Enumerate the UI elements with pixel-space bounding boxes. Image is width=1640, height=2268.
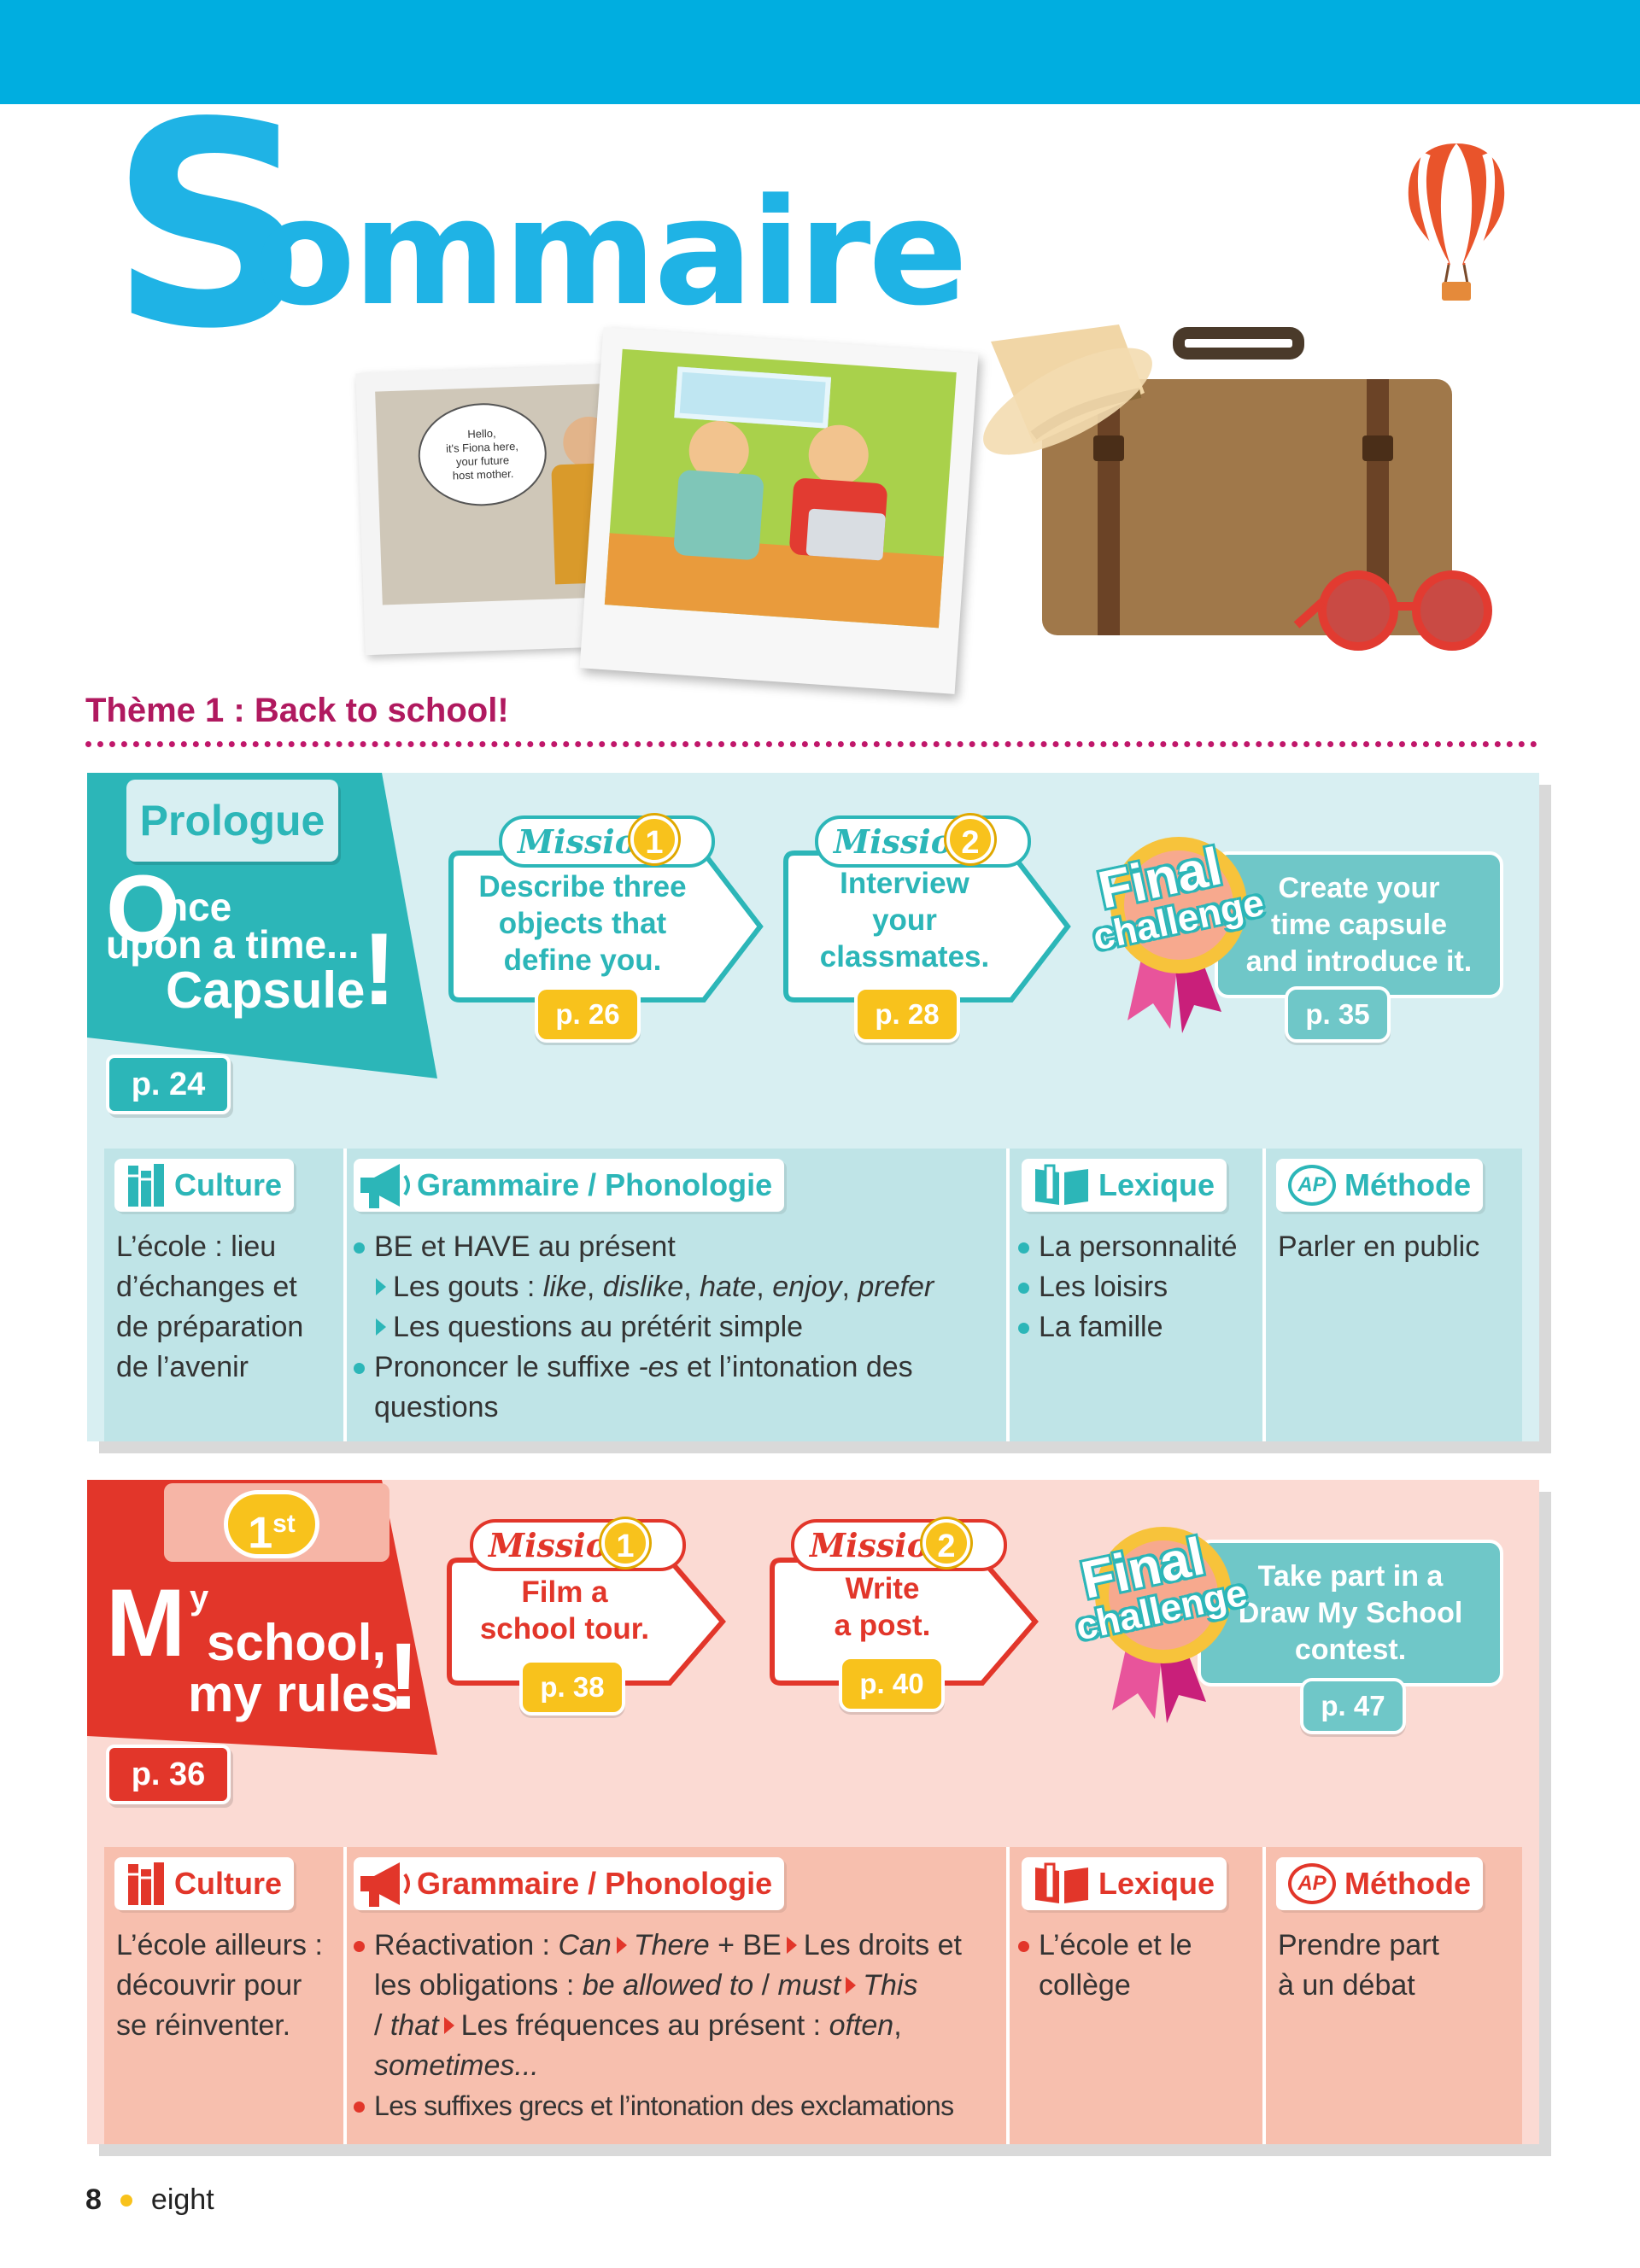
prologue-tag: Prologue <box>126 780 338 862</box>
photo-polaroid-front <box>579 327 979 694</box>
mission-1-number: 1 <box>601 1519 649 1567</box>
mission-2-text: Interview your classmates. <box>819 867 990 973</box>
mission-2-label: Mission <box>815 815 1031 868</box>
unit-page-link[interactable]: p. 36 <box>106 1745 231 1804</box>
dotted-divider <box>85 741 1538 747</box>
mission-1-text: Describe three objects that define you. <box>478 870 687 977</box>
unit-title-mark: ! <box>388 1624 419 1729</box>
unit-title-mark: ! <box>362 912 396 1026</box>
mission-2-text: Write a post. <box>834 1572 931 1642</box>
grammaire-header: Grammaire / Phonologie <box>354 1857 785 1910</box>
lexique-column: Lexique La personnalité Les loisirs La f… <box>1010 1149 1262 1441</box>
unit-number-tag: 1st <box>164 1483 390 1562</box>
unit-prologue: Prologue O nce upon a time... Capsule ! … <box>87 773 1551 1453</box>
culture-text: L’école ailleurs : découvrir pour se réi… <box>116 1929 323 2042</box>
mission-2-label: Mission <box>791 1519 1007 1571</box>
page-number-word: eight <box>150 2183 214 2216</box>
unit-title-line3: Capsule <box>166 962 366 1019</box>
lexique-header: Lexique <box>1022 1159 1227 1212</box>
suitcase-illustration <box>983 324 1492 651</box>
final-challenge-page-link[interactable]: p. 35 <box>1285 986 1391 1043</box>
culture-header: Culture <box>114 1857 294 1910</box>
methode-text: Prendre part à un débat <box>1278 1929 1439 2002</box>
ap-badge-icon: AP <box>1288 1165 1336 1206</box>
open-book-icon <box>1035 1862 1088 1903</box>
books-icon <box>128 1862 164 1905</box>
methode-text: Parler en public <box>1278 1230 1480 1263</box>
culture-header: Culture <box>114 1159 294 1212</box>
grammaire-column: Grammaire / Phonologie Réactivation : Ca… <box>347 1847 1006 2144</box>
hot-air-balloon-illustration <box>1408 143 1505 301</box>
mission-2-page-link[interactable]: p. 28 <box>854 986 960 1043</box>
unit-title-initial: M <box>106 1569 186 1676</box>
grammaire-text: Réactivation : Can There + BE Les droits e… <box>354 1926 1006 2126</box>
page-title-rest: ommaire <box>255 167 968 338</box>
mission-1-text: Film a school tour. <box>479 1575 650 1645</box>
page-number: 8 <box>85 2183 102 2216</box>
mission-1-label: Mission <box>470 1519 686 1571</box>
ap-badge-icon: AP <box>1288 1863 1336 1904</box>
grammaire-header: Grammaire / Phonologie <box>354 1159 785 1212</box>
mission-2-page-link[interactable]: p. 40 <box>839 1656 945 1712</box>
lexique-text: La personnalité Les loisirs La famille <box>1018 1227 1266 1347</box>
final-challenge-page-link[interactable]: p. 47 <box>1300 1678 1406 1734</box>
lexique-column: Lexique L’école et le collège <box>1010 1847 1262 2144</box>
mission-1-label: Mission <box>499 815 715 868</box>
grammaire-text: BE et HAVE au présent Les gouts : like, … <box>354 1227 1003 1428</box>
unit-title-small: y <box>190 1579 209 1616</box>
theme-title: Thème 1 : Back to school! <box>85 692 509 729</box>
unit-1: 1st M y school, my rules ! p. 36 Mission… <box>87 1480 1551 2156</box>
unit-page-link[interactable]: p. 24 <box>106 1055 231 1114</box>
mission-1-page-link[interactable]: p. 38 <box>519 1659 625 1716</box>
methode-header: AP Méthode <box>1276 1857 1483 1910</box>
megaphone-icon <box>360 1164 410 1208</box>
culture-column: Culture L’école : lieu d’échanges et de … <box>104 1149 343 1441</box>
mission-2-number: 2 <box>922 1519 970 1567</box>
lexique-text: L’école et le collège <box>1018 1926 1262 2006</box>
methode-column: AP Méthode Parler en public <box>1266 1149 1522 1441</box>
unit-number-badge: 1st <box>224 1490 319 1558</box>
methode-header: AP Méthode <box>1276 1159 1483 1212</box>
books-icon <box>128 1164 164 1207</box>
footer-dot <box>120 2194 132 2207</box>
lexique-header: Lexique <box>1022 1857 1227 1910</box>
unit-title-line3: my rules <box>188 1665 399 1722</box>
megaphone-icon <box>360 1862 410 1907</box>
unit-columns: Culture L’école : lieu d’échanges et de … <box>104 1149 1522 1441</box>
mission-1-page-link[interactable]: p. 26 <box>535 986 641 1043</box>
grammaire-column: Grammaire / Phonologie BE et HAVE au pré… <box>347 1149 1006 1441</box>
culture-column: Culture L’école ailleurs : découvrir pou… <box>104 1847 343 2144</box>
unit-title-line2: school, <box>207 1614 387 1671</box>
mission-1-number: 1 <box>630 815 678 863</box>
mission-2-number: 2 <box>946 815 994 863</box>
page-footer: 8 eight <box>85 2183 214 2217</box>
open-book-icon <box>1035 1164 1088 1205</box>
methode-column: AP Méthode Prendre part à un débat <box>1266 1847 1522 2144</box>
culture-text: L’école : lieu d’échanges et de préparat… <box>116 1230 304 1383</box>
unit-columns: Culture L’école ailleurs : découvrir pou… <box>104 1847 1522 2144</box>
